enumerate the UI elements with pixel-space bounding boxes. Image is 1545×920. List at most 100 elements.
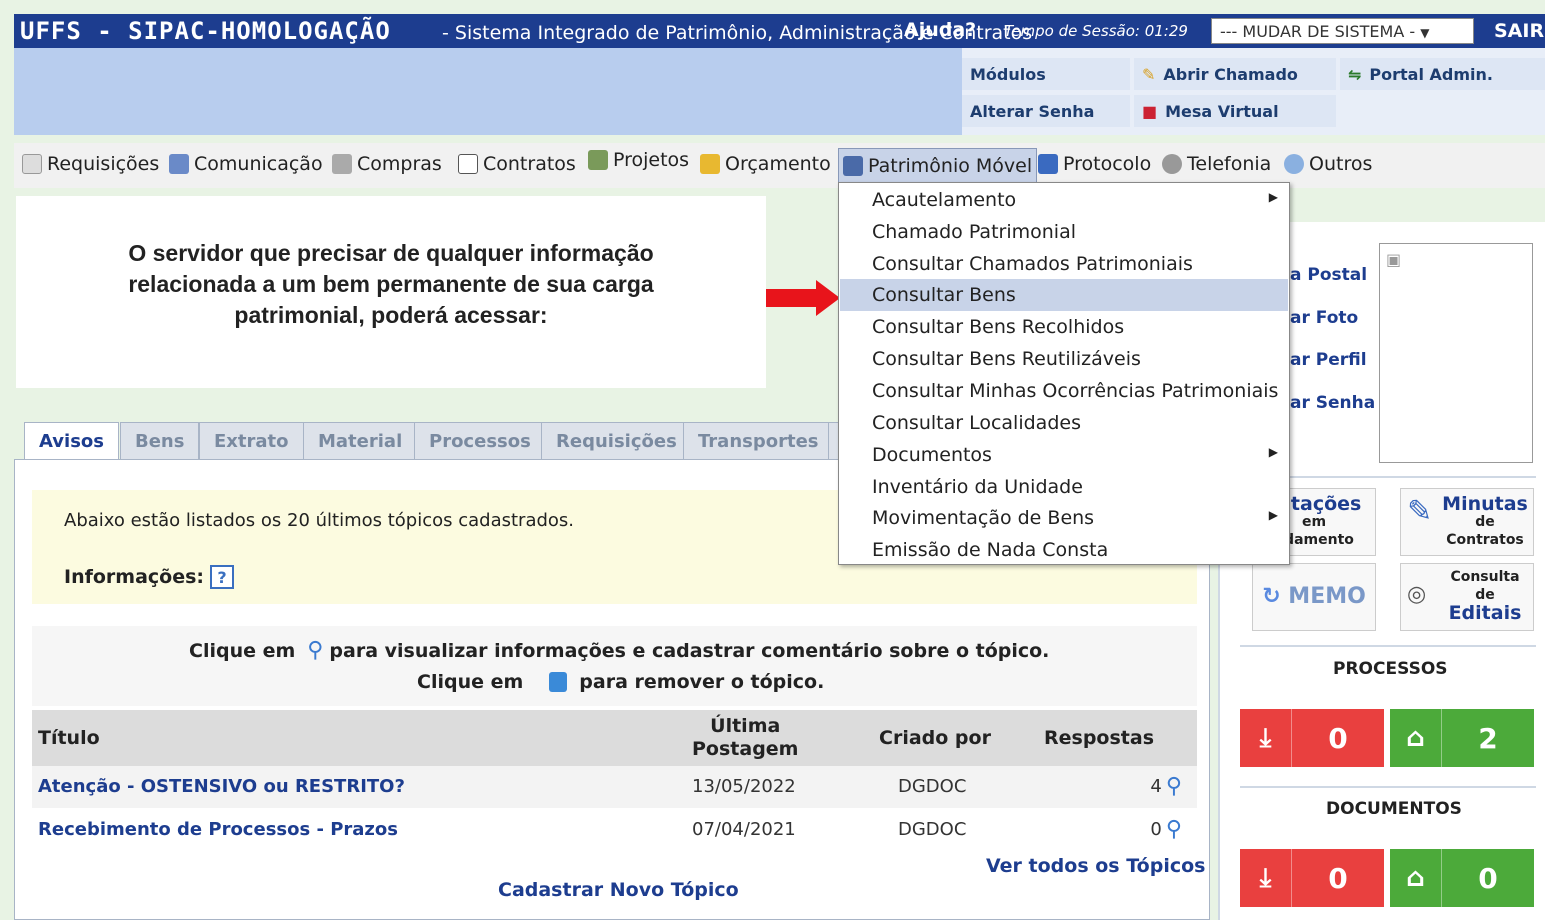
memo-logo-icon: ↻ xyxy=(1262,584,1281,609)
menu-protocolo[interactable]: Protocolo xyxy=(1038,153,1151,175)
tab-requisicoes[interactable]: Requisições xyxy=(541,422,692,460)
menu-compras[interactable]: Compras xyxy=(332,153,442,175)
tab-processos[interactable]: Processos xyxy=(414,422,546,460)
download-icon: ⤓ xyxy=(1240,849,1292,907)
consulta-l3: Editais xyxy=(1448,602,1522,624)
documentos-inbox[interactable]: ⤓ 0 xyxy=(1240,849,1384,907)
menu-label: Comunicação xyxy=(194,153,323,175)
header-links: Módulos ✎ Abrir Chamado ⇋ Portal Admin. Al… xyxy=(962,48,1545,135)
memo-label: MEMO xyxy=(1288,584,1366,609)
submenu-arrow-icon: ▶ xyxy=(1268,445,1278,459)
help-icon[interactable]: ? xyxy=(210,565,235,589)
menu-contratos[interactable]: Contratos xyxy=(458,153,576,175)
admin-portal-link[interactable]: ⇋ Portal Admin. xyxy=(1340,58,1545,90)
network-icon: ⇋ xyxy=(1348,64,1362,84)
dropdown-item-movimentacao[interactable]: Movimentação de Bens ▶ xyxy=(840,502,1288,534)
menu-label: Protocolo xyxy=(1063,153,1152,175)
menu-outros[interactable]: Outros xyxy=(1284,153,1372,175)
dropdown-item-consultar-chamados[interactable]: Consultar Chamados Patrimoniais xyxy=(840,248,1288,280)
virtual-desk-label: Mesa Virtual xyxy=(1165,101,1279,121)
system-select-value: --- MUDAR DE SISTEMA - xyxy=(1220,22,1416,41)
dropdown-item-minhas-ocorrencias[interactable]: Consultar Minhas Ocorrências Patrimoniai… xyxy=(840,375,1288,407)
menu-orcamento[interactable]: Orçamento xyxy=(700,153,831,175)
magnifier-icon xyxy=(1284,154,1304,174)
dropdown-label: Chamado Patrimonial xyxy=(872,221,1076,243)
dropdown-item-chamado[interactable]: Chamado Patrimonial xyxy=(840,216,1288,248)
menu-projetos[interactable]: Projetos xyxy=(588,149,689,171)
minutas-l1: Minutas xyxy=(1442,493,1528,515)
magnifier-icon[interactable]: ⚲ xyxy=(1166,817,1182,842)
help-link[interactable]: Ajuda? xyxy=(904,19,976,41)
magnifier-icon: ⚲ xyxy=(307,638,324,663)
menu-comunicacao[interactable]: Comunicação xyxy=(169,153,323,175)
menu-patrimonio-movel[interactable]: Patrimônio Móvel xyxy=(838,148,1038,184)
sidebar-link-password[interactable]: ar Senha xyxy=(1290,393,1375,413)
documentos-inbox-count: 0 xyxy=(1328,861,1348,895)
menu-requisicoes[interactable]: Requisições xyxy=(22,153,159,175)
dropdown-item-bens-reutilizaveis[interactable]: Consultar Bens Reutilizáveis xyxy=(840,343,1288,375)
consulta-editais-button[interactable]: ◎ Consulta de Editais xyxy=(1400,563,1534,631)
open-ticket-label: Abrir Chamado xyxy=(1163,64,1298,84)
dropdown-item-consultar-bens[interactable]: Consultar Bens xyxy=(840,279,1288,311)
pencil-icon: ✎ xyxy=(1142,64,1156,84)
menu-label: Compras xyxy=(357,153,442,175)
see-all-topics-link[interactable]: Ver todos os Tópicos xyxy=(986,855,1205,877)
dropdown-item-nada-consta[interactable]: Emissão de Nada Consta xyxy=(840,534,1288,566)
main-menu: Requisições Comunicação Compras Contrato… xyxy=(14,143,1545,188)
dropdown-label: Consultar Bens xyxy=(872,284,1016,306)
magnifier-icon[interactable]: ⚲ xyxy=(1166,774,1182,799)
system-select[interactable]: --- MUDAR DE SISTEMA - ▼ xyxy=(1211,18,1474,44)
contract-icon: ✎ xyxy=(1407,494,1433,529)
header-banner xyxy=(14,48,962,135)
minutas-l2: de xyxy=(1475,514,1495,530)
dropdown-item-inventario[interactable]: Inventário da Unidade xyxy=(840,471,1288,503)
wrench-icon xyxy=(588,150,608,170)
tab-avisos[interactable]: Avisos xyxy=(24,422,119,462)
new-topic-link[interactable]: Cadastrar Novo Tópico xyxy=(498,879,739,901)
change-password-link[interactable]: Alterar Senha xyxy=(962,95,1130,127)
documentos-home[interactable]: ⌂ 0 xyxy=(1390,849,1534,907)
user-photo: ▣ xyxy=(1379,243,1533,463)
instructions-box: Clique em ⚲ para visualizar informações e … xyxy=(32,626,1197,706)
info-label: Informações: xyxy=(64,566,205,588)
tab-material[interactable]: Material xyxy=(303,422,418,460)
minutas-button[interactable]: ✎ Minutas de Contratos xyxy=(1400,488,1534,556)
tab-bens[interactable]: Bens xyxy=(120,422,200,460)
processos-home[interactable]: ⌂ 2 xyxy=(1390,709,1534,767)
tab-transportes[interactable]: Transportes xyxy=(683,422,834,460)
menu-telefonia[interactable]: Telefonia xyxy=(1162,153,1271,175)
dropdown-item-localidades[interactable]: Consultar Localidades xyxy=(840,407,1288,439)
sidebar-link-photo[interactable]: ar Foto xyxy=(1290,308,1358,328)
tab-extrato[interactable]: Extrato xyxy=(199,422,304,460)
processos-inbox[interactable]: ⤓ 0 xyxy=(1240,709,1384,767)
dropdown-label: Consultar Bens Reutilizáveis xyxy=(872,348,1141,370)
virtual-desk-link[interactable]: ■ Mesa Virtual xyxy=(1134,95,1336,127)
dropdown-item-bens-recolhidos[interactable]: Consultar Bens Recolhidos xyxy=(840,311,1288,343)
session-timer: Tempo de Sessão: 01:29 xyxy=(1004,22,1188,40)
red-arrow-icon xyxy=(766,280,840,316)
col-last-post-l2: Postagem xyxy=(692,738,799,760)
col-last-post-l1: Última xyxy=(710,715,781,737)
info-row: Informações:? xyxy=(64,565,235,589)
document-icon xyxy=(22,154,42,174)
cart-icon xyxy=(332,154,352,174)
modules-link[interactable]: Módulos xyxy=(962,58,1130,90)
minutas-l3: Contratos xyxy=(1446,532,1524,548)
sidebar-link-postal[interactable]: a Postal xyxy=(1290,265,1367,285)
replies-count: 4 xyxy=(1150,776,1162,797)
memo-button[interactable]: ↻ MEMO xyxy=(1252,563,1376,631)
protocol-icon xyxy=(1038,154,1058,174)
open-ticket-link[interactable]: ✎ Abrir Chamado xyxy=(1134,58,1336,90)
processos-home-count: 2 xyxy=(1478,721,1498,755)
sidebar-link-profile[interactable]: ar Perfil xyxy=(1290,350,1367,370)
instruction-text: Clique em xyxy=(417,671,524,693)
topic-link[interactable]: Atenção - OSTENSIVO ou RESTRITO? xyxy=(38,776,405,797)
dropdown-item-documentos[interactable]: Documentos ▶ xyxy=(840,439,1288,471)
submenu-arrow-icon: ▶ xyxy=(1268,508,1278,522)
dropdown-item-acautelamento[interactable]: Acautelamento ▶ xyxy=(840,184,1288,216)
change-password-label: Alterar Senha xyxy=(970,101,1095,121)
patrimonio-dropdown: Acautelamento ▶ Chamado Patrimonial Consu… xyxy=(838,182,1290,565)
monitor-icon xyxy=(843,156,863,176)
topic-link[interactable]: Recebimento de Processos - Prazos xyxy=(38,819,398,840)
exit-button[interactable]: SAIR xyxy=(1494,20,1544,42)
